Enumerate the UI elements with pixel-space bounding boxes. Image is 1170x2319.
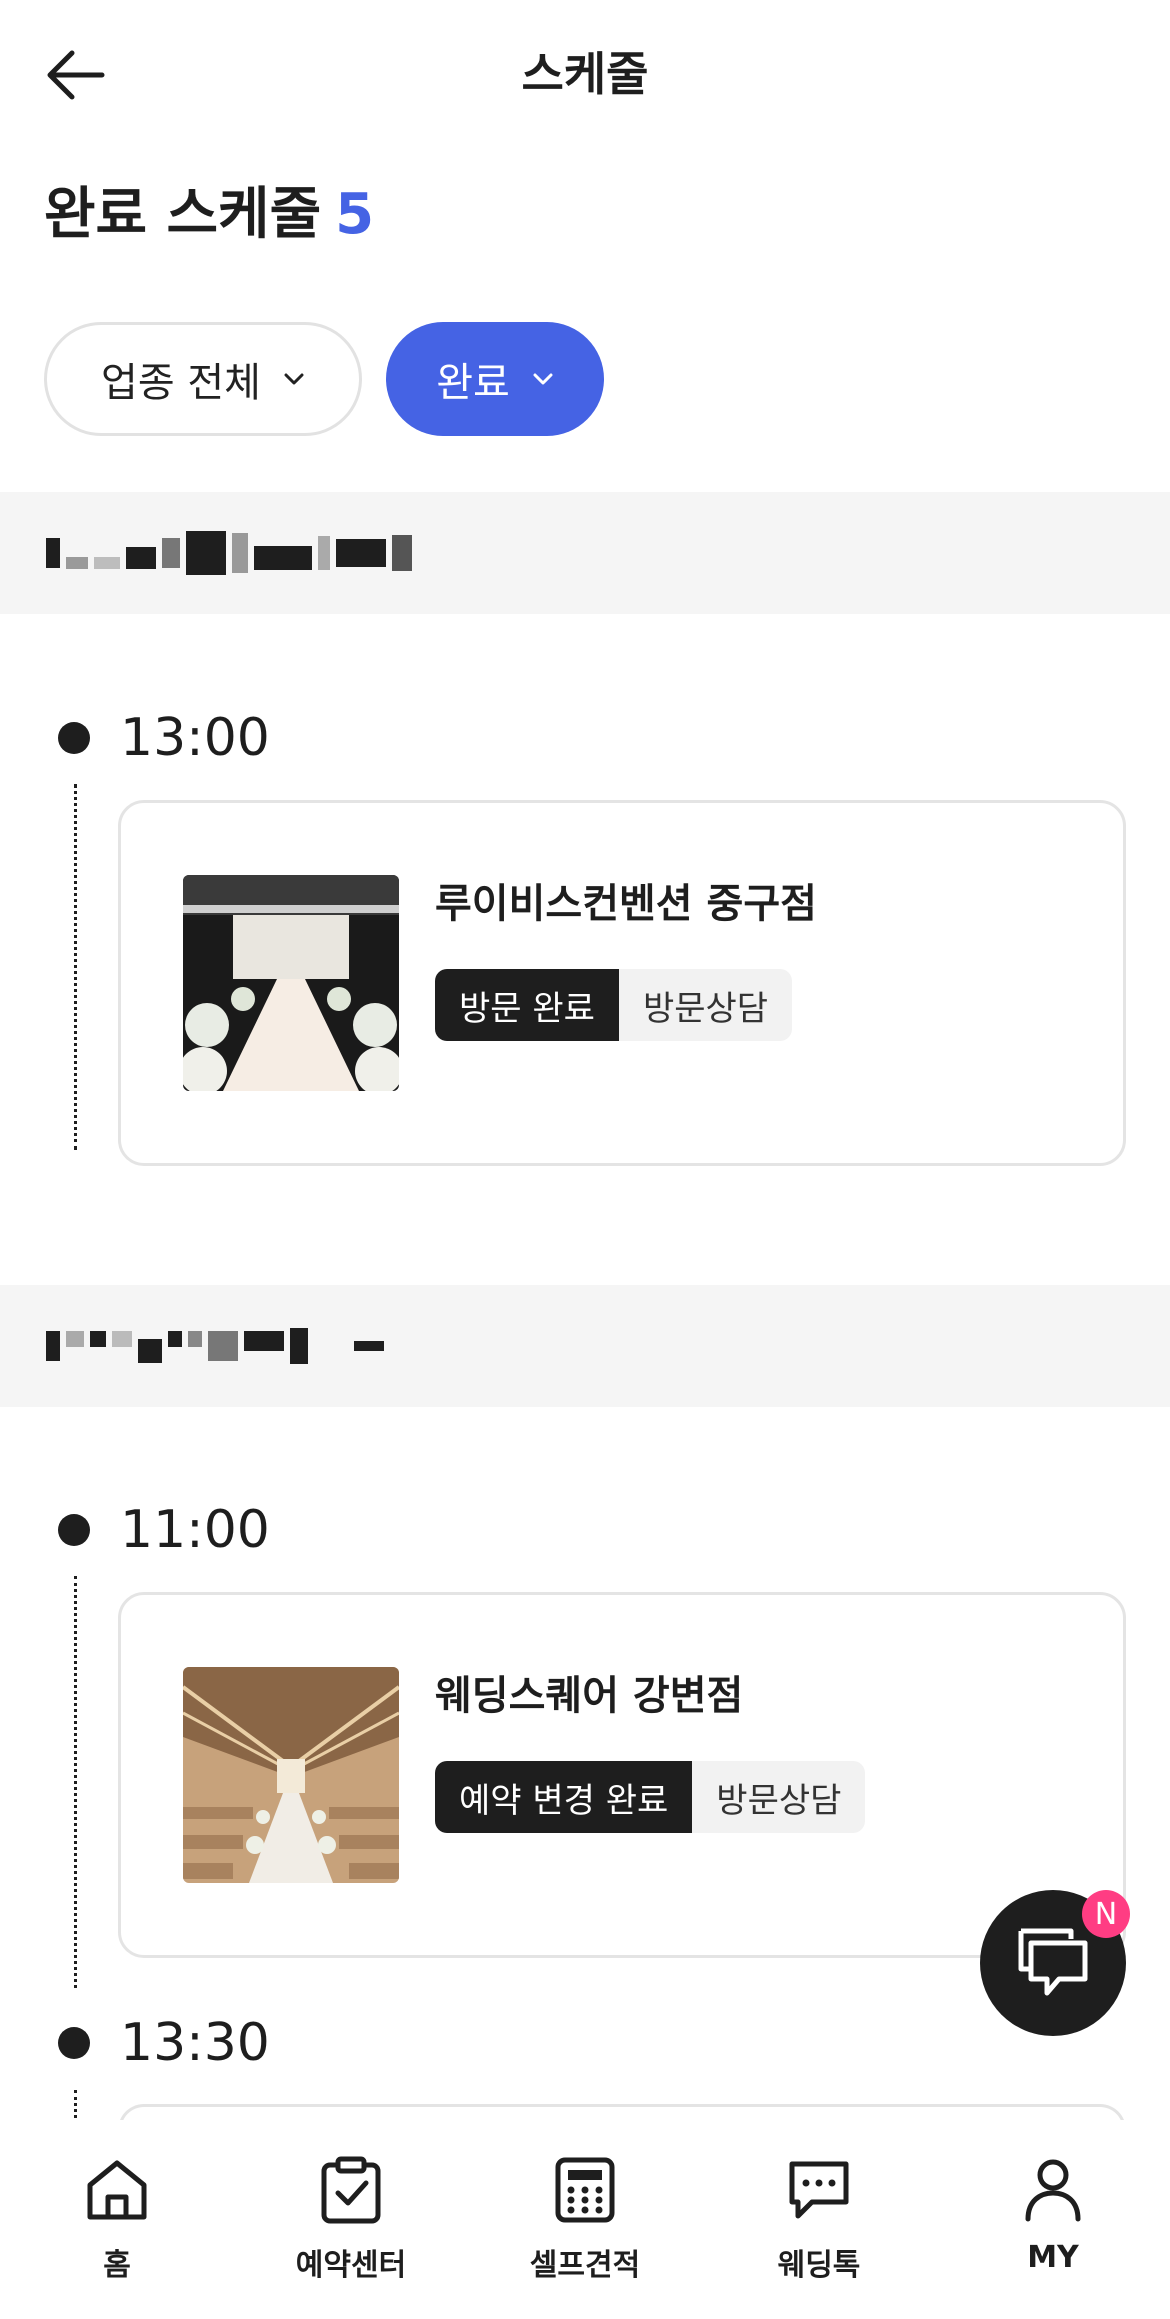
nav-my[interactable]: MY <box>936 2120 1170 2319</box>
status-badge: 방문 완료 <box>435 969 619 1041</box>
type-badge: 방문상담 <box>618 969 793 1041</box>
date-header <box>0 1285 1170 1407</box>
home-icon <box>79 2152 155 2228</box>
venue-name: 웨딩스퀘어 강변점 <box>435 1673 744 1719</box>
time-slot: 13:30 <box>58 2013 270 2073</box>
chat-bubbles-icon <box>1018 1928 1088 1996</box>
clipboard-check-icon <box>313 2152 389 2228</box>
time-label: 11:00 <box>120 1500 270 1560</box>
nav-reservation-center[interactable]: 예약센터 <box>234 2120 468 2319</box>
section-heading: 완료 스케줄 5 <box>44 180 374 250</box>
status-badge: 예약 변경 완료 <box>435 1761 693 1833</box>
nav-label: 셀프견적 <box>529 2248 641 2283</box>
redacted-date <box>46 526 412 580</box>
nav-label: MY <box>1027 2240 1079 2275</box>
new-badge: N <box>1082 1890 1130 1938</box>
nav-home[interactable]: 홈 <box>0 2120 234 2319</box>
nav-label: 홈 <box>103 2248 131 2283</box>
schedule-card[interactable]: 웨딩스퀘어 강변점 예약 변경 완료 방문상담 <box>118 1592 1126 1958</box>
status-badges: 예약 변경 완료 방문상담 <box>435 1761 866 1833</box>
venue-thumbnail <box>183 1667 399 1883</box>
calculator-icon <box>547 2152 623 2228</box>
schedule-count: 5 <box>335 182 375 247</box>
timeline-dot <box>58 2027 90 2059</box>
schedule-card[interactable]: 루이비스컨벤션 중구점 방문 완료 방문상담 <box>118 800 1126 1166</box>
category-filter-button[interactable]: 업종 전체 <box>44 322 362 436</box>
status-badges: 방문 완료 방문상담 <box>435 969 793 1041</box>
user-icon <box>1015 2152 1091 2228</box>
top-bar: 스케줄 <box>0 0 1170 150</box>
time-slot: 11:00 <box>58 1500 270 1560</box>
type-badge: 방문상담 <box>692 1761 866 1833</box>
venue-name: 루이비스컨벤션 중구점 <box>435 881 817 927</box>
time-slot: 13:00 <box>58 708 270 768</box>
nav-label: 웨딩톡 <box>777 2248 861 2283</box>
status-filter-label: 완료 <box>436 360 510 406</box>
bottom-navigation: 홈 예약센터 셀프견적 웨딩톡 MY <box>0 2120 1170 2319</box>
chat-dots-icon <box>781 2152 857 2228</box>
nav-self-estimate[interactable]: 셀프견적 <box>468 2120 702 2319</box>
date-header <box>0 492 1170 614</box>
time-label: 13:00 <box>120 708 270 768</box>
timeline-dot <box>58 1514 90 1546</box>
timeline-dot <box>58 722 90 754</box>
redacted-date <box>46 1319 384 1373</box>
page-title: 스케줄 <box>521 47 649 101</box>
nav-wedding-talk[interactable]: 웨딩톡 <box>702 2120 936 2319</box>
timeline-line <box>74 1576 77 1988</box>
time-label: 13:30 <box>120 2013 270 2073</box>
status-filter-button[interactable]: 완료 <box>386 322 604 436</box>
nav-label: 예약센터 <box>295 2248 407 2283</box>
timeline-line <box>74 784 77 1150</box>
venue-thumbnail <box>183 875 399 1091</box>
heading-text: 완료 스케줄 <box>44 182 322 247</box>
category-filter-label: 업종 전체 <box>101 360 261 406</box>
chevron-down-icon <box>532 372 554 386</box>
chevron-down-icon <box>283 372 305 386</box>
